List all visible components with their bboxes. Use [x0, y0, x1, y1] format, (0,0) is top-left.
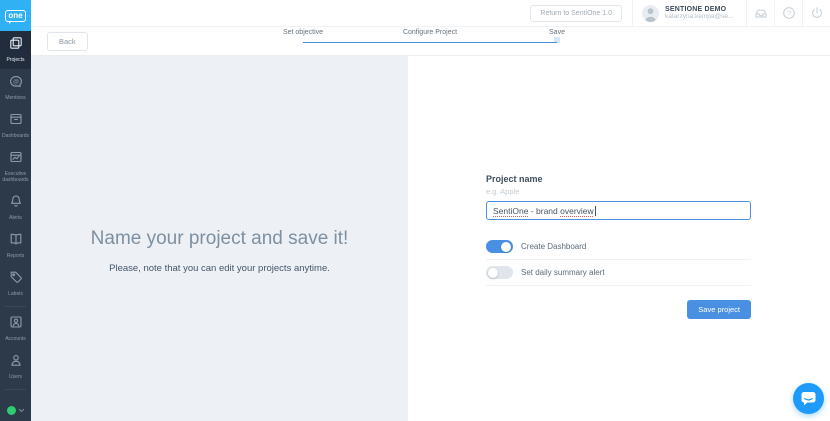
input-text-part: - brand	[528, 206, 560, 216]
sidebar-divider	[5, 389, 26, 390]
inbox-icon	[754, 6, 768, 20]
sidebar-divider	[5, 306, 26, 307]
step-label: Configure Project	[403, 29, 457, 36]
sidebar-item-dashboards[interactable]: Dashboards	[0, 107, 31, 145]
input-text-part: SentiOne	[493, 206, 528, 216]
sidebar-item-label: Reports	[7, 253, 25, 259]
sidebar-item-label: Accounts	[5, 336, 26, 342]
chat-launcher-button[interactable]	[793, 383, 824, 414]
toggle-knob	[501, 242, 511, 252]
save-project-button[interactable]: Save project	[687, 300, 751, 319]
sidebar-item-alerts[interactable]: Alerts	[0, 189, 31, 227]
sidebar-item-label: Labels	[8, 291, 23, 297]
wizard-bar: Back Set objective Configure Project Sav…	[31, 27, 830, 56]
intro-subtitle: Please, note that you can edit your proj…	[109, 263, 330, 274]
sidebar-item-projects[interactable]: Projects	[0, 31, 31, 69]
sidebar-item-mentions[interactable]: @ Mentions	[0, 69, 31, 107]
sidebar-item-users[interactable]: Users	[0, 348, 31, 386]
inbox-button[interactable]	[746, 0, 774, 26]
daily-summary-alert-label: Set daily summary alert	[521, 268, 605, 277]
intro-title: Name your project and save it!	[91, 228, 349, 250]
text-caret	[595, 206, 596, 216]
top-bar: Return to SentiOne 1.0 SENTIONE DEMO kat…	[31, 0, 830, 27]
project-name-label: Project name	[486, 174, 751, 184]
projects-icon	[9, 36, 23, 55]
sentione-logo-text: one	[5, 10, 25, 22]
intro-panel: Name your project and save it! Please, n…	[31, 56, 408, 421]
app-window: one Projects @ Mentions Dashboards	[0, 0, 830, 421]
toggle-list: Create Dashboard Set daily summary alert	[486, 234, 751, 286]
step-set-objective[interactable]: Set objective	[283, 29, 323, 40]
person-icon	[642, 5, 659, 22]
sidebar-item-accounts[interactable]: Accounts	[0, 310, 31, 348]
back-button[interactable]: Back	[47, 32, 88, 51]
return-to-sentione-button[interactable]: Return to SentiOne 1.0	[530, 5, 622, 22]
online-status-toggle[interactable]	[0, 406, 31, 415]
reports-icon	[9, 232, 23, 251]
user-info: SENTIONE DEMO katarzyna.kempa@se...	[665, 6, 737, 20]
step-label: Save	[549, 29, 565, 36]
sidebar-item-label: Mentions	[5, 95, 25, 101]
sidebar-item-labels[interactable]: Labels	[0, 265, 31, 303]
help-icon: ?	[782, 6, 796, 20]
alerts-icon	[9, 194, 23, 213]
sidebar-item-label: Executive dashboards	[1, 171, 30, 183]
user-menu[interactable]: SENTIONE DEMO katarzyna.kempa@se...	[632, 0, 746, 26]
sidebar-item-reports[interactable]: Reports	[0, 227, 31, 265]
sidebar-item-label: Dashboards	[2, 133, 29, 139]
help-button[interactable]: ?	[774, 0, 802, 26]
save-project-form: Project name e.g. Apple SentiOne - brand…	[486, 174, 751, 319]
sidebar-item-label: Users	[9, 374, 22, 380]
svg-text:?: ?	[787, 10, 791, 17]
users-icon	[9, 353, 23, 372]
toggle-knob	[488, 268, 498, 278]
create-dashboard-label: Create Dashboard	[521, 242, 586, 251]
project-name-input[interactable]: SentiOne - brand overview	[486, 201, 751, 220]
user-email: katarzyna.kempa@se...	[665, 13, 737, 20]
avatar	[642, 5, 659, 22]
chat-bubble-icon	[800, 390, 817, 407]
logout-button[interactable]	[802, 0, 830, 26]
form-panel: Project name e.g. Apple SentiOne - brand…	[408, 56, 830, 421]
mentions-icon: @	[9, 74, 23, 93]
executive-dashboards-icon	[9, 150, 23, 169]
status-dot-icon	[7, 406, 16, 415]
sidebar-item-label: Projects	[6, 57, 24, 63]
user-name: SENTIONE DEMO	[665, 6, 737, 13]
step-save[interactable]: Save	[549, 29, 565, 40]
labels-icon	[9, 270, 23, 289]
daily-summary-alert-toggle-row[interactable]: Set daily summary alert	[486, 260, 751, 286]
accounts-icon	[9, 315, 23, 334]
chevron-down-icon	[18, 408, 25, 413]
input-text-part: overview	[560, 206, 594, 216]
daily-summary-alert-toggle[interactable]	[486, 266, 513, 279]
dashboards-icon	[9, 112, 23, 131]
power-icon	[810, 6, 824, 20]
sidebar-item-label: Alerts	[9, 215, 22, 221]
project-name-hint: e.g. Apple	[486, 187, 751, 196]
create-dashboard-toggle-row[interactable]: Create Dashboard	[486, 234, 751, 260]
step-configure-project[interactable]: Configure Project	[403, 29, 457, 40]
create-dashboard-toggle[interactable]	[486, 240, 513, 253]
step-label: Set objective	[283, 29, 323, 36]
svg-text:@: @	[12, 79, 18, 85]
sentione-logo[interactable]: one	[0, 0, 31, 31]
sidebar-item-executive-dashboards[interactable]: Executive dashboards	[0, 145, 31, 189]
sidebar: one Projects @ Mentions Dashboards	[0, 0, 31, 421]
stepper-line	[303, 42, 557, 43]
sidebar-nav: Projects @ Mentions Dashboards Executive…	[0, 31, 31, 393]
